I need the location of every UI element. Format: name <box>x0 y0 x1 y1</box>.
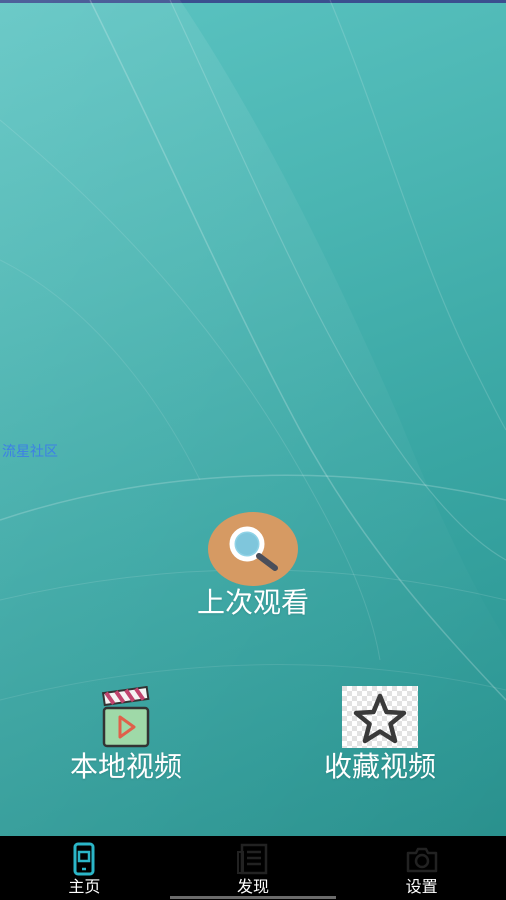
last-watched-label: 上次观看 <box>196 586 309 619</box>
home-screen: 流星社区 上次观看 本地视频 收藏视频 主页 发现 设置 <box>0 0 506 900</box>
community-link[interactable]: 流星社区 <box>2 441 58 461</box>
favorite-video-button[interactable]: 收藏视频 <box>300 686 460 784</box>
local-video-button[interactable]: 本地视频 <box>46 686 206 784</box>
last-watched-button[interactable]: 上次观看 <box>168 512 338 620</box>
nav-label-discover: 发现 <box>237 877 270 896</box>
nav-label-home: 主页 <box>68 877 101 896</box>
favorite-video-label: 收藏视频 <box>323 750 436 783</box>
bottom-navigation: 主页 发现 设置 <box>0 836 506 900</box>
nav-item-settings[interactable]: 设置 <box>337 836 506 900</box>
newspaper-icon <box>237 843 268 875</box>
phone-icon <box>73 842 95 876</box>
nav-item-home[interactable]: 主页 <box>0 836 169 900</box>
nav-label-settings: 设置 <box>405 877 438 896</box>
home-indicator <box>170 896 336 899</box>
search-icon <box>208 512 298 586</box>
star-icon <box>342 686 418 748</box>
nav-item-discover[interactable]: 发现 <box>169 836 338 900</box>
clapperboard-icon <box>101 686 150 748</box>
local-video-label: 本地视频 <box>69 750 182 783</box>
camera-icon <box>406 847 437 873</box>
